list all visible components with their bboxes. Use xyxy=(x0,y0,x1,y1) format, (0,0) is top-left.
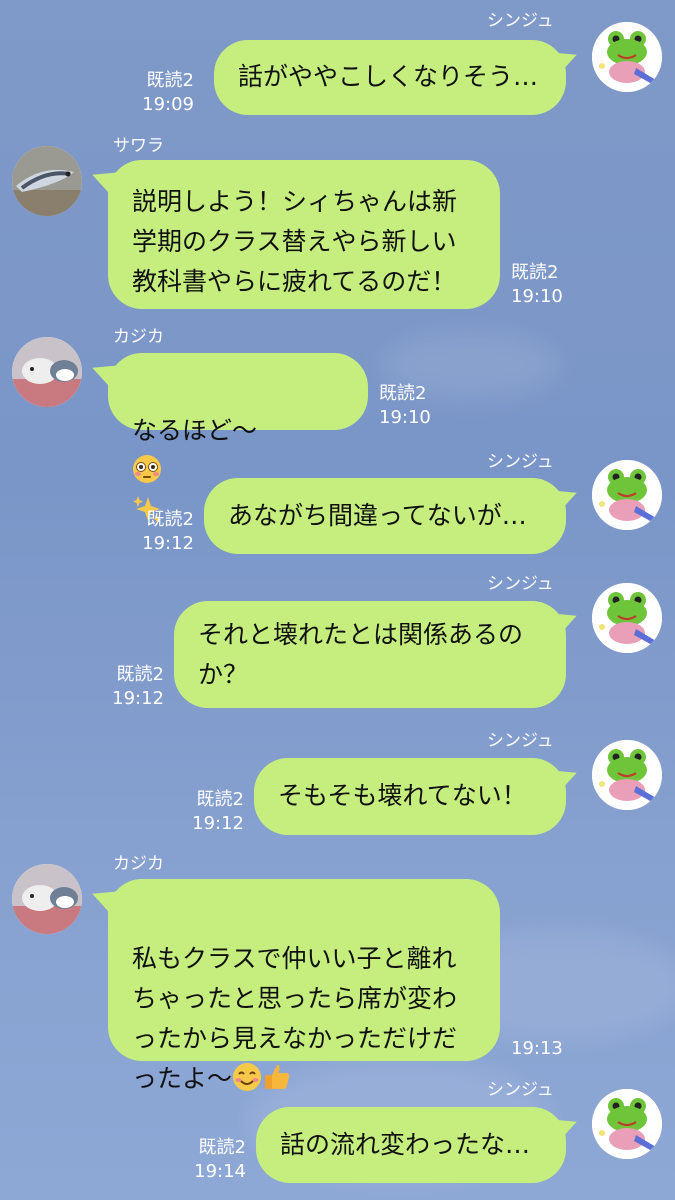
frog-avatar-icon[interactable] xyxy=(592,740,662,810)
read-receipt: 既読2 xyxy=(196,789,244,810)
message-bubble[interactable]: 説明しよう！シィちゃんは新 学期のクラス替えやら新しい 教科書やらに疲れてるのだ… xyxy=(108,160,500,309)
timestamp: 19:09 xyxy=(142,94,194,115)
read-receipt: 既読2 xyxy=(511,262,559,283)
read-receipt: 既読2 xyxy=(198,1137,246,1158)
timestamp: 19:10 xyxy=(511,286,563,307)
read-receipt: 既読2 xyxy=(379,383,427,404)
sender-name: シンジュ xyxy=(487,452,554,472)
sender-name: シンジュ xyxy=(487,11,554,31)
message-bubble[interactable]: 話の流れ変わったな… xyxy=(256,1107,566,1183)
read-receipt: 既読2 xyxy=(116,664,164,685)
timestamp: 19:14 xyxy=(194,1161,246,1182)
message-bubble[interactable]: なるほど〜 xyxy=(108,353,368,523)
flushed-face-icon xyxy=(133,455,161,483)
frog-avatar-icon[interactable] xyxy=(592,1089,662,1159)
message-bubble[interactable]: それと壊れたとは関係あるの か？ xyxy=(174,601,566,708)
sender-name: カジカ xyxy=(113,854,164,874)
sender-name: シンジュ xyxy=(487,731,554,751)
message-bubble[interactable]: 私もクラスで仲いい子と離れ ちゃったと思ったら席が変わ ったから見えなかっただけ… xyxy=(108,879,500,1093)
timestamp: 19:12 xyxy=(192,813,244,834)
frog-avatar-icon[interactable] xyxy=(592,583,662,653)
seal-avatar-icon[interactable] xyxy=(12,864,82,934)
smile-icon xyxy=(233,1063,262,1091)
frog-avatar-icon[interactable] xyxy=(592,22,662,92)
message-text: なるほど〜 xyxy=(132,416,258,445)
fish-avatar-icon[interactable] xyxy=(12,146,82,216)
message-bubble[interactable]: あながち間違ってないが… xyxy=(204,478,566,554)
read-receipt: 既読2 xyxy=(146,70,194,91)
sender-name: サワラ xyxy=(113,136,164,156)
message-bubble[interactable]: 話がややこしくなりそう… xyxy=(214,40,566,115)
seal-avatar-icon[interactable] xyxy=(12,337,82,407)
message-bubble[interactable]: そもそも壊れてない！ xyxy=(254,758,566,835)
timestamp: 19:12 xyxy=(112,688,164,709)
thumbs-up-icon xyxy=(265,1064,290,1089)
sender-name: シンジュ xyxy=(487,1080,554,1100)
timestamp: 19:10 xyxy=(379,407,431,428)
timestamp: 19:12 xyxy=(142,533,194,554)
sender-name: カジカ xyxy=(113,327,164,347)
read-receipt: 既読2 xyxy=(146,509,194,530)
timestamp: 19:13 xyxy=(511,1038,563,1059)
sender-name: シンジュ xyxy=(487,574,554,594)
frog-avatar-icon[interactable] xyxy=(592,460,662,530)
